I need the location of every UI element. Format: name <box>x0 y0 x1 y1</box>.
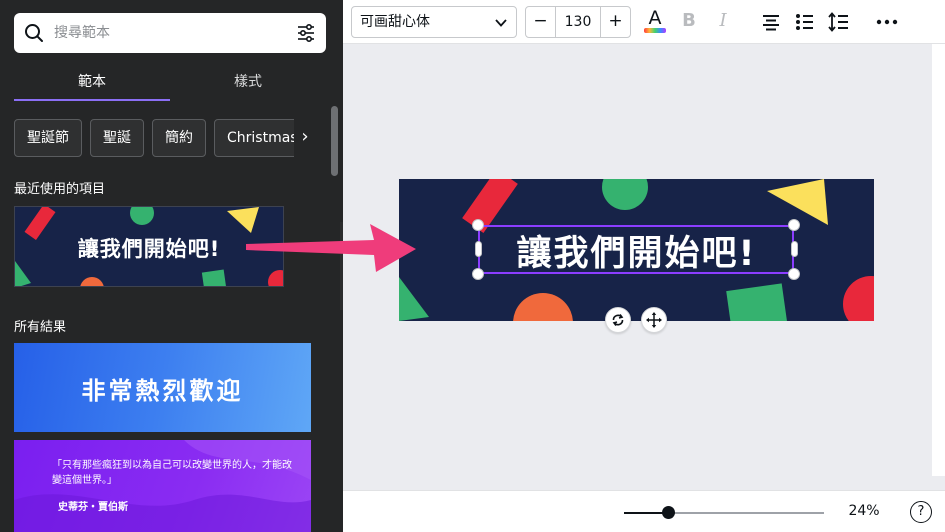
resize-handle[interactable] <box>788 268 800 280</box>
more-icon[interactable] <box>875 10 899 34</box>
font-size-input[interactable]: 130 <box>556 7 600 37</box>
help-button[interactable]: ? <box>910 501 932 523</box>
italic-icon[interactable]: I <box>711 10 735 34</box>
resize-handle[interactable] <box>475 241 482 257</box>
search-icon <box>25 24 43 42</box>
selection-box <box>478 225 794 274</box>
text-color-icon[interactable]: A <box>643 7 667 34</box>
resize-handle[interactable] <box>791 241 798 257</box>
tab-templates[interactable]: 範本 <box>14 64 170 102</box>
list-icon[interactable] <box>793 10 817 34</box>
bold-letter: B <box>682 10 696 31</box>
active-tab-indicator <box>14 99 170 101</box>
chevron-right-icon[interactable]: › <box>294 119 316 157</box>
keyword-chip[interactable]: 聖誕 <box>90 119 144 157</box>
search-input[interactable] <box>54 21 274 45</box>
filter-icon[interactable] <box>296 23 316 43</box>
template-quote: 「只有那些瘋狂到以為自己可以改變世界的人，才能改變這個世界。」 <box>52 460 292 486</box>
align-center-icon[interactable] <box>759 10 783 34</box>
recent-section-title: 最近使用的項目 <box>14 182 106 197</box>
move-icon <box>646 312 662 328</box>
text-color-letter: A <box>648 7 662 29</box>
annotation-arrow <box>246 224 416 272</box>
font-size-control: − 130 + <box>525 6 631 38</box>
line-spacing-icon[interactable] <box>827 10 851 34</box>
resize-handle[interactable] <box>472 219 484 231</box>
template-thumbnail[interactable]: 「只有那些瘋狂到以為自己可以改變世界的人，才能改變這個世界。」 史蒂芬・賈伯斯 <box>14 440 311 532</box>
keyword-chip[interactable]: 簡約 <box>152 119 206 157</box>
rainbow-bar <box>644 28 666 33</box>
chevron-down-icon <box>495 19 507 27</box>
resize-handle[interactable] <box>788 219 800 231</box>
editor-footer: 24% ? <box>343 490 945 532</box>
font-name: 可画甜心体 <box>360 14 430 30</box>
rotate-button[interactable] <box>605 307 631 333</box>
template-text: 非常熱烈歡迎 <box>81 377 244 405</box>
zoom-slider-knob[interactable] <box>662 506 675 519</box>
template-author: 史蒂芬・賈伯斯 <box>58 502 128 513</box>
font-family-select[interactable]: 可画甜心体 <box>351 6 517 38</box>
template-thumbnail[interactable]: 非常熱烈歡迎 <box>14 343 311 432</box>
italic-letter: I <box>719 10 727 31</box>
search-box[interactable] <box>14 13 326 53</box>
move-button[interactable] <box>641 307 667 333</box>
decrease-font-size-button[interactable]: − <box>526 7 556 37</box>
canvas-scrollbar[interactable] <box>932 44 945 476</box>
resize-handle[interactable] <box>472 268 484 280</box>
tab-styles[interactable]: 樣式 <box>170 64 326 102</box>
keyword-chip[interactable]: 聖誕節 <box>14 119 82 157</box>
bold-icon[interactable]: B <box>677 10 701 34</box>
zoom-value[interactable]: 24% <box>839 503 889 519</box>
rotate-icon <box>612 314 624 326</box>
panel-scrollbar[interactable] <box>331 106 338 176</box>
editor-toolbar: 可画甜心体 − 130 + A B I <box>343 0 945 44</box>
increase-font-size-button[interactable]: + <box>600 7 630 37</box>
all-results-title: 所有結果 <box>14 320 67 335</box>
